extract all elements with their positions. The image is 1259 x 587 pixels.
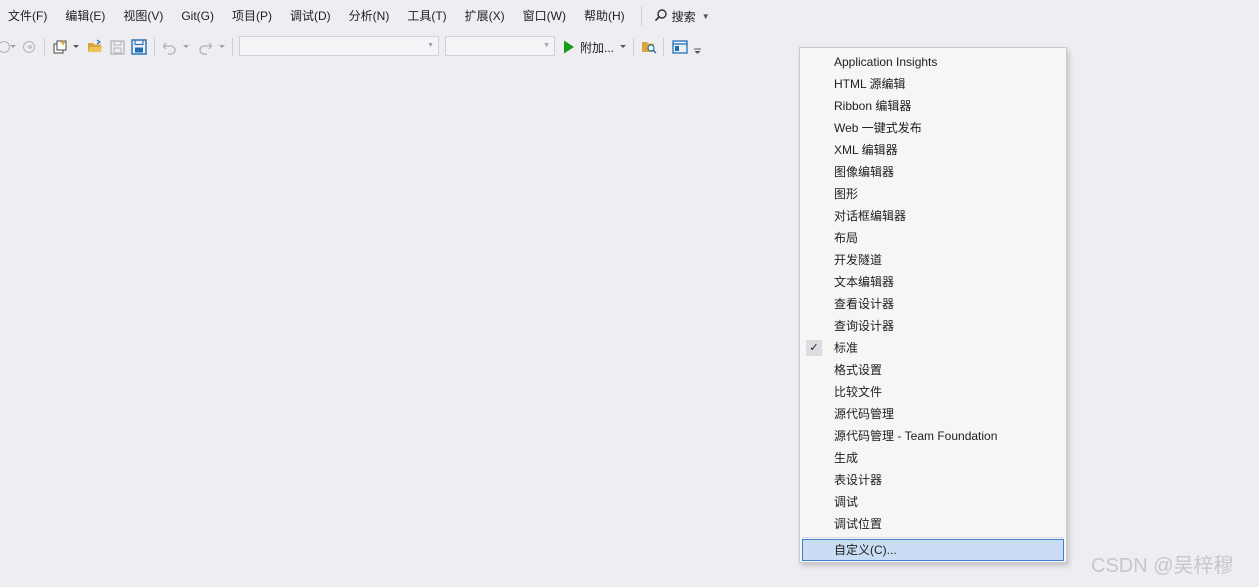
run-icon [564,40,574,54]
toolbar-menu-item-label: 标准 [834,341,859,355]
toolbar-separator [154,38,155,56]
search-icon [654,8,668,25]
toolbar-menu-list: Application Insights HTML 源编辑 Ribbon 编辑器 We… [800,51,1066,535]
toolbar-menu-item-label: 调试位置 [834,517,883,531]
toolbar-menu-item-label: HTML 源编辑 [834,77,906,91]
save-all-icon[interactable] [130,37,148,57]
toolbar-menu-item-label: 布局 [834,231,859,245]
toolbar-menu-item[interactable]: 比较文件 [800,381,1066,403]
search-button[interactable]: 搜索 ▼ [650,0,714,32]
menu-help[interactable]: 帮助(H) [576,0,635,32]
toolbar-menu-item-label: Application Insights [834,55,938,69]
toolbar-menu-item[interactable]: HTML 源编辑 [800,73,1066,95]
menu-edit[interactable]: 编辑(E) [57,0,115,32]
toolbar-menu-item-label: 图形 [834,187,859,201]
standard-toolbar: ▼ ▼ 附加... [0,34,1259,60]
menu-file[interactable]: 文件(F) [0,0,57,32]
toolbar-separator [232,38,233,56]
checkmark-icon: ✓ [806,340,822,356]
toolbar-menu-item-label: 源代码管理 [834,407,895,421]
toolbar-menu-item[interactable]: 布局 [800,227,1066,249]
search-label: 搜索 [671,9,696,24]
watermark: CSDN @吴梓穆 [1091,555,1234,577]
toolbar-menu-item-label: Ribbon 编辑器 [834,99,912,113]
toolbar-menu-item[interactable]: 查看设计器 [800,293,1066,315]
toolbar-menu-item-label: 格式设置 [834,363,883,377]
attach-run-button[interactable]: 附加... [563,37,614,57]
toolbar-menu-item[interactable]: Application Insights [800,51,1066,73]
solution-explorer-icon[interactable] [640,37,658,57]
toolbar-menu-item-label: 表设计器 [834,473,883,487]
toolbar-menu-item[interactable]: 图像编辑器 [800,161,1066,183]
menu-view[interactable]: 视图(V) [115,0,173,32]
toolbar-menu-item[interactable]: 表设计器 [800,469,1066,491]
toolbar-menu-item-label: XML 编辑器 [834,143,898,157]
toolbar-menu-item[interactable]: 源代码管理 [800,403,1066,425]
chevron-down-icon: ▼ [427,42,434,49]
solution-platform-dropdown[interactable]: ▼ [445,36,555,56]
toolbar-menu-item[interactable]: 调试位置 [800,513,1066,535]
toolbar-menu-item-label: 文本编辑器 [834,275,895,289]
chevron-down-icon[interactable] [218,37,226,57]
toolbar-menu-item-label: 图像编辑器 [834,165,895,179]
toolbar-menu-item-label: 源代码管理 - Team Foundation [834,429,998,443]
toolbar-menu-item[interactable]: 图形 [800,183,1066,205]
toolbar-menu-item-label: Web 一键式发布 [834,121,922,135]
menu-extensions[interactable]: 扩展(X) [457,0,515,32]
toolbar-menu-item-label: 调试 [834,495,859,509]
toolbar-context-menu: Application Insights HTML 源编辑 Ribbon 编辑器 We… [799,47,1067,563]
menu-project[interactable]: 项目(P) [224,0,282,32]
toolbar-menu-item[interactable]: 查询设计器 [800,315,1066,337]
toolbar-menu-item-label: 查询设计器 [834,319,895,333]
open-folder-icon[interactable] [86,37,104,57]
chevron-down-icon: ▼ [543,42,550,49]
toolbar-options-icon[interactable] [692,41,702,61]
toolbar-menu-item[interactable]: 源代码管理 - Team Foundation [800,425,1066,447]
toolbar-menu-item[interactable]: 开发隧道 [800,249,1066,271]
toolbar-menu-item[interactable]: ✓ 标准 [800,337,1066,359]
toolbar-menu-item-label: 查看设计器 [834,297,895,311]
customize-menu-item[interactable]: 自定义(C)... [802,539,1064,561]
toolbar-separator [633,38,634,56]
save-icon[interactable] [108,37,126,57]
menu-debug[interactable]: 调试(D) [282,0,341,32]
toolbar-separator [44,38,45,56]
undo-icon[interactable] [160,37,178,57]
menu-divider [802,537,1064,538]
toolbar-menu-item[interactable]: 文本编辑器 [800,271,1066,293]
chevron-down-icon[interactable] [619,37,627,57]
new-project-icon[interactable] [51,37,69,57]
menu-git[interactable]: Git(G) [173,0,224,32]
chevron-down-icon[interactable] [72,37,80,57]
navigate-forward-icon[interactable] [21,37,37,57]
redo-icon[interactable] [196,37,214,57]
solution-configuration-dropdown[interactable]: ▼ [239,36,439,56]
toolbar-menu-item-label: 开发隧道 [834,253,883,267]
menu-analyze[interactable]: 分析(N) [341,0,400,32]
toolbar-menu-item-label: 对话框编辑器 [834,209,907,223]
toolbar-separator [663,38,664,56]
toolbar-menu-item[interactable]: 调试 [800,491,1066,513]
window-layout-icon[interactable] [671,37,689,57]
toolbar-menu-item[interactable]: XML 编辑器 [800,139,1066,161]
menu-separator [640,6,642,26]
menu-bar: 文件(F) 编辑(E) 视图(V) Git(G) 项目(P) 调试(D) 分析(… [0,0,1259,32]
menu-window[interactable]: 窗口(W) [515,0,576,32]
run-button-label: 附加... [580,40,615,55]
menu-tools[interactable]: 工具(T) [399,0,456,32]
toolbar-menu-item[interactable]: Web 一键式发布 [800,117,1066,139]
toolbar-menu-item-label: 生成 [834,451,859,465]
toolbar-menu-item[interactable]: Ribbon 编辑器 [800,95,1066,117]
toolbar-menu-item[interactable]: 生成 [800,447,1066,469]
toolbar-menu-item[interactable]: 对话框编辑器 [800,205,1066,227]
chevron-down-icon: ▼ [701,11,710,21]
chevron-down-icon[interactable] [9,37,17,57]
toolbar-menu-item-label: 比较文件 [834,385,883,399]
chevron-down-icon[interactable] [182,37,190,57]
toolbar-menu-item[interactable]: 格式设置 [800,359,1066,381]
